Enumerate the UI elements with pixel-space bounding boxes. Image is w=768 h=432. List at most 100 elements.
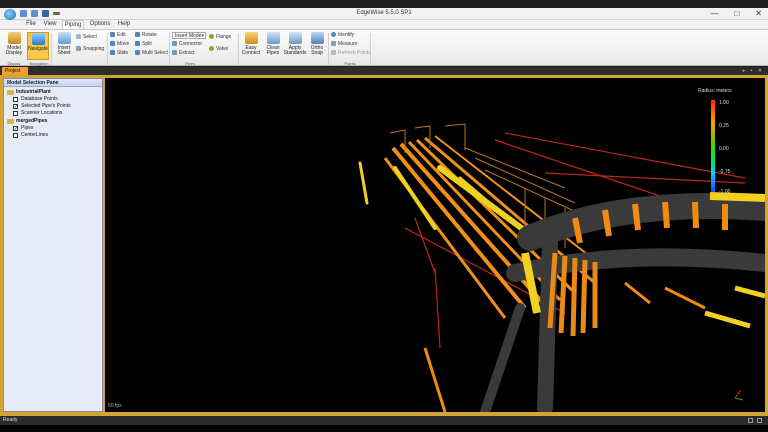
ortho-snap-button[interactable]: Ortho Snap (306, 32, 328, 60)
connector-button[interactable]: Connector (172, 41, 202, 48)
refresh-points-label: Refresh Points (338, 50, 371, 56)
snapping-icon (76, 46, 81, 51)
connector-icon (172, 41, 177, 46)
move-button[interactable]: Move (110, 41, 129, 48)
status-icons (748, 418, 762, 423)
extract-label: Extract (179, 50, 195, 56)
navigate-label: Navigate (28, 46, 48, 52)
folder-icon (7, 119, 14, 124)
pipe-scene[interactable] (105, 78, 765, 412)
rotate-button[interactable]: Rotate (135, 32, 157, 39)
color-scale-bar (711, 100, 715, 192)
select-icon (76, 34, 81, 39)
tree-item-selected-pipes-points[interactable]: ✓ Selected Pipe's Points (7, 103, 99, 110)
refresh-points-button[interactable]: Refresh Points (331, 50, 371, 57)
scale-label-max: 1.00 (719, 100, 729, 106)
valve-label: Valve (216, 46, 229, 52)
status-toggle-icon[interactable] (748, 418, 753, 423)
measure-button[interactable]: Measure (331, 41, 357, 48)
insert-sheet-button[interactable]: Insert Sheet (53, 32, 75, 60)
ribbon-tabs: File View Piping Options Help (0, 20, 768, 29)
model-display-button[interactable]: Model Display (3, 32, 25, 60)
easy-connect-icon (244, 32, 258, 44)
split-button[interactable]: Split (135, 41, 152, 48)
easy-connect-label: Easy Connect (241, 45, 261, 56)
flange-button[interactable]: Flange (209, 34, 231, 41)
snapping-button[interactable]: Snapping (76, 46, 104, 53)
slide-icon (110, 50, 115, 55)
select-button[interactable]: Select (76, 34, 97, 41)
group-label-display: Display (7, 61, 21, 66)
ortho-snap-icon (310, 32, 324, 44)
checkbox[interactable]: ✓ (13, 104, 18, 110)
checkbox[interactable] (13, 111, 18, 116)
model-display-label: Model Display (5, 45, 23, 56)
status-bar: Ready (0, 416, 768, 425)
clean-pipes-button[interactable]: Clean Pipes (262, 32, 284, 60)
status-toggle-icon[interactable] (757, 418, 762, 423)
model-selection-pane: Model Selection Pane IndustrialPlant Dat… (3, 78, 103, 412)
edit-button[interactable]: Edit (110, 32, 126, 39)
tab-file[interactable]: File (24, 20, 38, 29)
apply-standards-button[interactable]: Apply Standards (283, 32, 307, 60)
group-label-pipes: Pipes (184, 61, 195, 66)
scale-label: 0.25 (719, 123, 729, 129)
window-title: EdgeWise 5.5.0 SP1 (356, 10, 412, 16)
tree-item-label: Pipes (21, 125, 34, 131)
close-button[interactable]: ✕ (755, 9, 762, 18)
checkbox[interactable]: ✓ (13, 126, 18, 132)
valve-icon (209, 46, 214, 51)
extract-button[interactable]: Extract (172, 50, 195, 57)
tree-item-database-points[interactable]: Database Points (7, 96, 99, 103)
refresh-points-icon (331, 50, 336, 55)
easy-connect-button[interactable]: Easy Connect (240, 32, 262, 60)
multi-select-icon (135, 50, 140, 55)
ortho-snap-label: Ortho Snap (310, 45, 324, 56)
minimize-button[interactable]: — (710, 9, 718, 18)
tree-node-industrialplant[interactable]: IndustrialPlant (7, 89, 99, 96)
tree-node-label: mergedPipes (16, 118, 48, 124)
multi-select-button[interactable]: Multi Select (135, 50, 168, 57)
insert-mode-select[interactable]: Insert Mode (172, 32, 206, 40)
move-label: Move (117, 41, 130, 47)
separator (370, 33, 371, 65)
clean-pipes-label: Clean Pipes (266, 45, 280, 56)
tab-options[interactable]: Options (88, 20, 112, 29)
tab-view[interactable]: View (42, 20, 58, 29)
identify-button[interactable]: Identify (331, 32, 354, 39)
scale-label: -0.75 (719, 169, 731, 175)
title-bar: EdgeWise 5.5.0 SP1 — □ ✕ (0, 8, 768, 20)
tree-item-scanner-locations[interactable]: Scanner Locations (7, 110, 99, 117)
ribbon: Model Display Navigate Insert Sheet Sele… (0, 29, 768, 66)
maximize-button[interactable]: □ (734, 9, 739, 18)
tab-controls[interactable]: ▸ ▪ ✕ (743, 67, 764, 75)
checkbox[interactable] (13, 97, 18, 102)
project-tab[interactable]: Project (2, 67, 28, 75)
scale-label: 0.00 (719, 146, 729, 152)
flange-icon (209, 34, 214, 39)
valve-button[interactable]: Valve (209, 46, 228, 53)
identify-label: Identify (338, 32, 355, 38)
3d-viewport[interactable]: Radius: meters 1.00 0.25 0.00 -0.75 -1.0… (105, 78, 765, 412)
separator (107, 33, 108, 65)
measure-icon (331, 41, 336, 46)
apply-standards-label: Apply Standards (283, 45, 307, 56)
folder-icon (7, 90, 14, 95)
multi-select-label: Multi Select (142, 50, 168, 56)
tab-piping[interactable]: Piping (62, 20, 84, 29)
checkbox[interactable] (13, 133, 18, 138)
slide-button[interactable]: Slide (110, 50, 128, 57)
edit-label: Edit (117, 32, 126, 38)
extract-icon (172, 50, 177, 55)
identify-icon (331, 32, 336, 37)
navigate-button[interactable]: Navigate (27, 32, 49, 60)
select-label: Select (83, 34, 97, 40)
tab-help[interactable]: Help (116, 20, 132, 29)
separator (238, 33, 239, 65)
tree-item-pipes[interactable]: ✓ Pipes (7, 125, 99, 132)
tree-node-mergedpipes[interactable]: mergedPipes (7, 118, 99, 125)
split-icon (135, 41, 140, 46)
slide-label: Slide (117, 50, 129, 56)
tree-item-centerlines[interactable]: CenterLines (7, 132, 99, 139)
window-controls: — □ ✕ (710, 9, 762, 18)
